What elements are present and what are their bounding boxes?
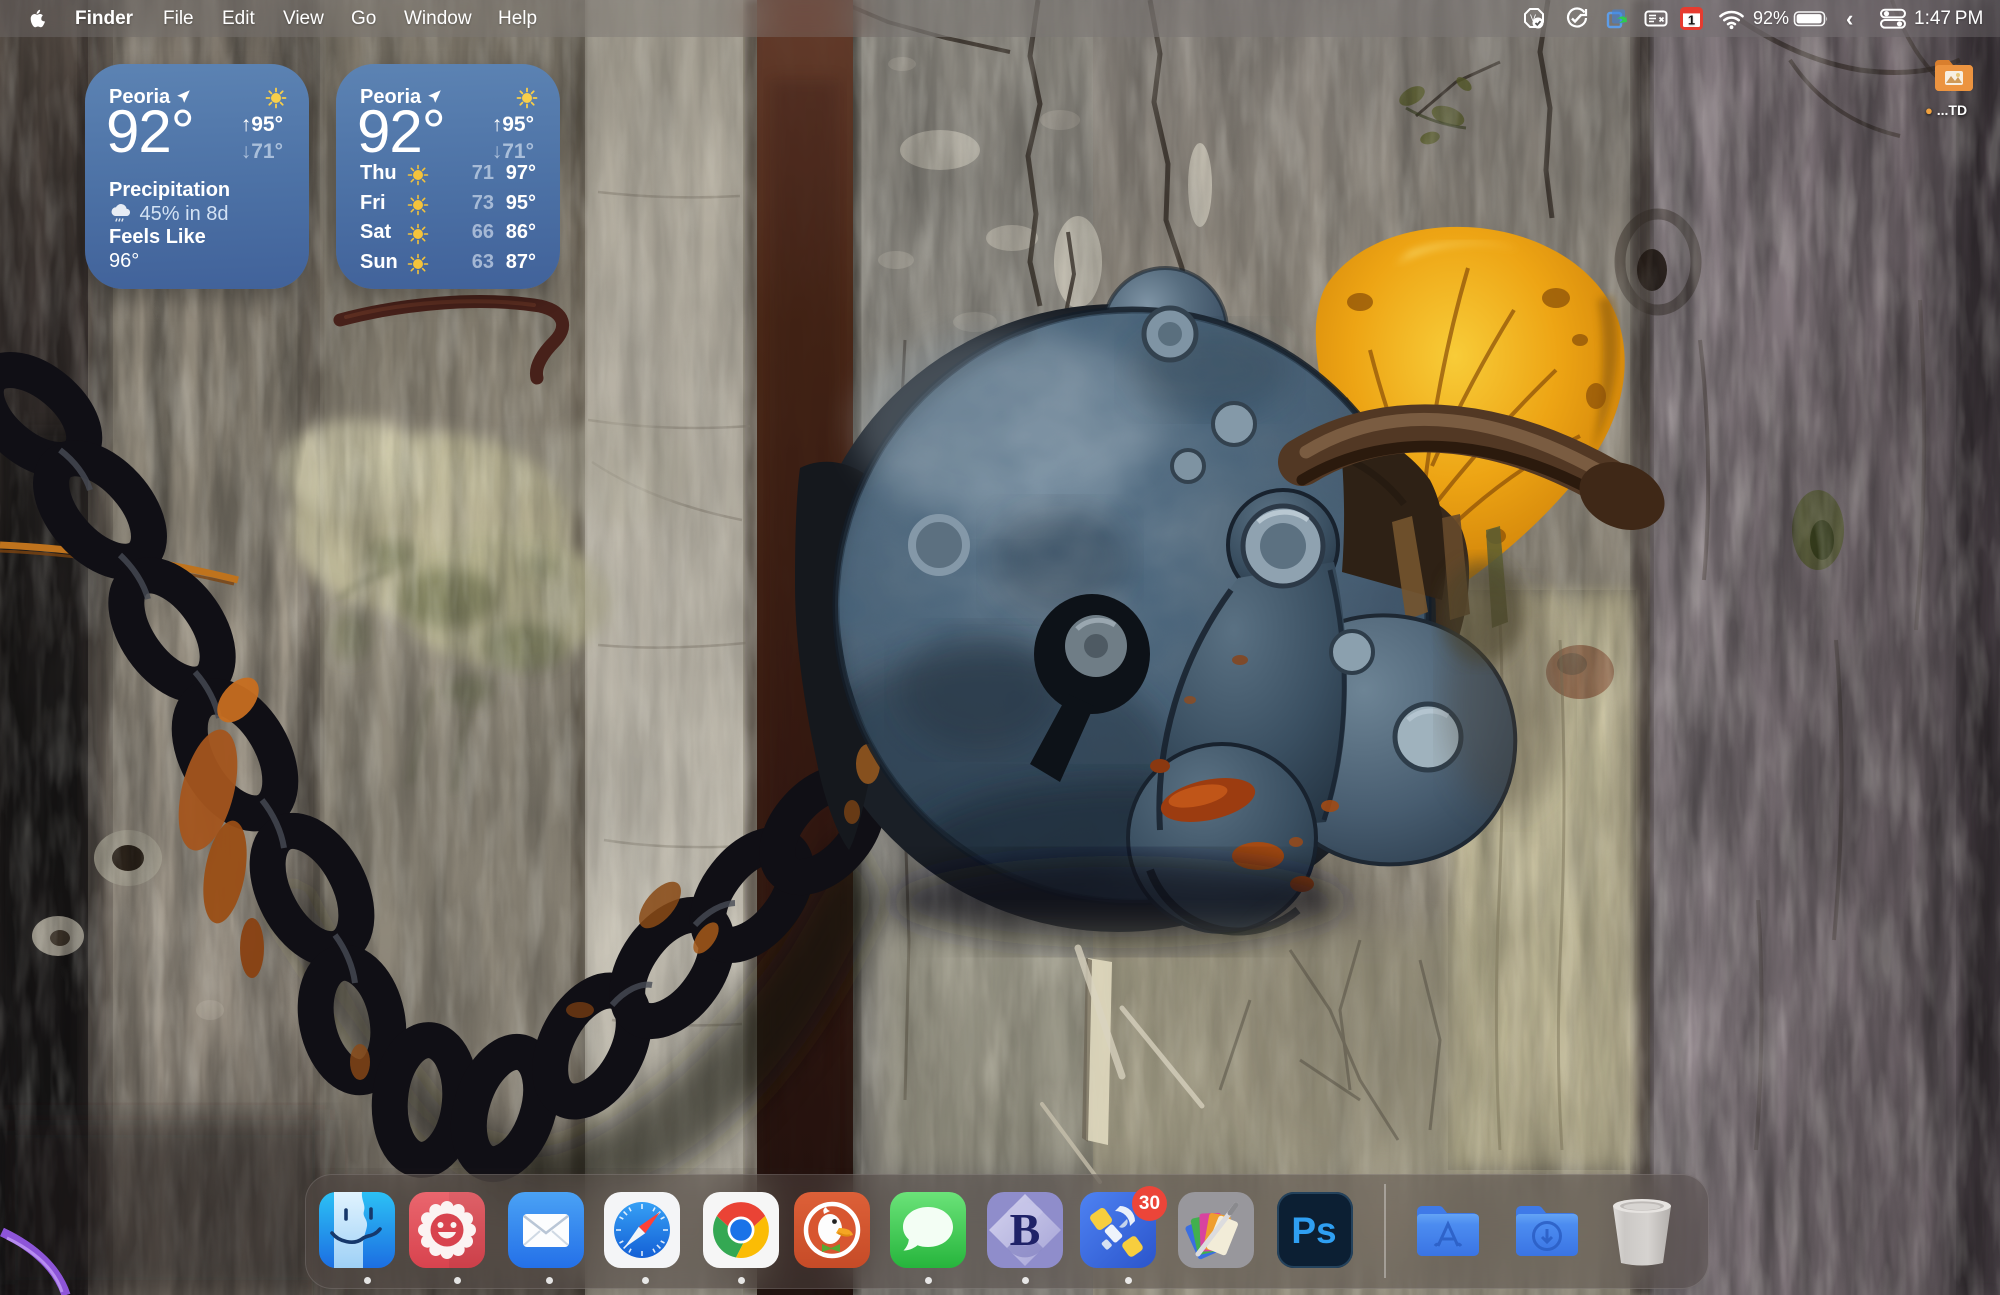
svg-text:B: B [1010,1204,1041,1255]
svg-text:Ps: Ps [1291,1210,1336,1251]
svg-text:1: 1 [1688,13,1695,28]
